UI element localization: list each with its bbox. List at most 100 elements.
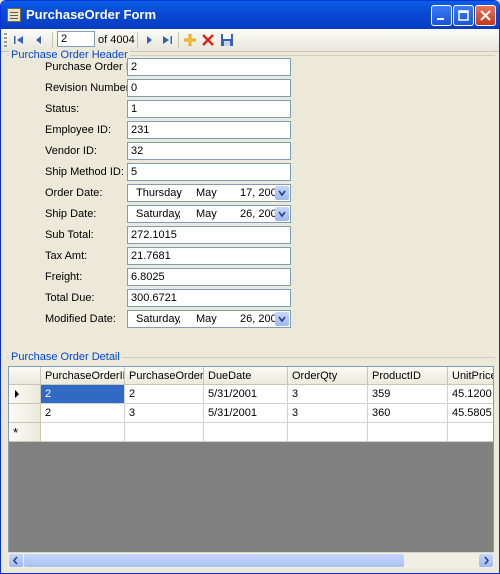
detail-data-grid[interactable]: PurchaseOrderIDPurchaseOrderDetaDueDateO…	[8, 366, 494, 567]
column-header[interactable]: ProductID	[368, 367, 448, 385]
toolbar-grip[interactable]	[4, 33, 7, 47]
date-separator: ,	[178, 187, 182, 199]
date-weekday: Thursday	[136, 187, 182, 199]
date-month: May	[196, 187, 217, 199]
purchase-order-detail-group: Purchase Order Detail	[9, 351, 122, 363]
minimize-button[interactable]	[431, 5, 452, 26]
date-picker[interactable]: Saturday, May 26, 2001	[127, 205, 291, 223]
current-row-icon	[15, 390, 19, 398]
add-icon	[184, 34, 196, 46]
chevron-right-icon	[484, 556, 489, 565]
field-label: Freight:	[45, 271, 83, 283]
date-month: May	[196, 313, 217, 325]
record-count-label: of 4004	[98, 34, 135, 46]
close-button[interactable]	[475, 5, 496, 26]
field-label: Sub Total:	[45, 229, 94, 241]
grid-cell[interactable]: 2	[41, 385, 125, 404]
field-label: Tax Amt:	[45, 250, 88, 262]
chevron-down-icon	[278, 190, 286, 197]
move-next-icon	[147, 36, 152, 44]
grid-cell[interactable]: 360	[368, 404, 448, 423]
chevron-left-icon	[13, 556, 18, 565]
column-header[interactable]: OrderQty	[288, 367, 368, 385]
purchase-order-window: PurchaseOrder Form 2 of 4004 Purchase Or…	[0, 0, 500, 574]
text-field[interactable]: 231	[127, 121, 291, 139]
date-weekday: Saturday	[136, 208, 181, 220]
scroll-left-button[interactable]	[9, 554, 23, 567]
text-field[interactable]: 300.6721	[127, 289, 291, 307]
date-picker[interactable]: Saturday, May 26, 2001	[127, 310, 291, 328]
add-new-button[interactable]	[182, 32, 198, 48]
move-last-icon	[163, 36, 172, 44]
save-icon	[221, 34, 233, 46]
grid-cell[interactable]: 3	[288, 385, 368, 404]
save-button[interactable]	[219, 32, 235, 48]
column-header[interactable]: PurchaseOrderDeta	[125, 367, 204, 385]
new-row-cell[interactable]	[125, 423, 204, 442]
field-label: Purchase Order ID:	[45, 61, 140, 73]
grid-cell[interactable]: 2	[41, 404, 125, 423]
position-input[interactable]: 2	[57, 31, 95, 47]
field-label: Vendor ID:	[45, 145, 97, 157]
new-row-cell[interactable]	[448, 423, 493, 442]
column-header[interactable]: DueDate	[204, 367, 288, 385]
toolbar-separator	[52, 32, 53, 48]
move-next-button[interactable]	[141, 32, 157, 48]
move-previous-icon	[36, 36, 41, 44]
toolbar-separator	[137, 32, 138, 48]
field-label: Modified Date:	[45, 313, 116, 325]
date-separator: ,	[178, 208, 182, 220]
new-row-header[interactable]: *	[9, 423, 41, 442]
text-field[interactable]: 0	[127, 79, 291, 97]
column-header[interactable]: UnitPrice	[448, 367, 493, 385]
window-title: PurchaseOrder Form	[26, 7, 157, 22]
toolbar-separator	[178, 32, 179, 48]
chevron-down-icon	[278, 211, 286, 218]
chevron-down-icon	[278, 316, 286, 323]
new-row-cell[interactable]	[41, 423, 125, 442]
field-label: Revision Number:	[45, 82, 133, 94]
dropdown-button[interactable]	[275, 312, 289, 326]
maximize-button[interactable]	[453, 5, 474, 26]
text-field[interactable]: 21.7681	[127, 247, 291, 265]
field-label: Order Date:	[45, 187, 103, 199]
grid-cell[interactable]: 45.1200	[448, 385, 493, 404]
field-label: Status:	[45, 103, 80, 115]
text-field[interactable]: 272.1015	[127, 226, 291, 244]
grid-cell[interactable]: 3	[288, 404, 368, 423]
scroll-thumb[interactable]	[24, 554, 404, 567]
row-header[interactable]	[9, 404, 41, 423]
delete-icon	[202, 34, 214, 46]
text-field[interactable]: 6.8025	[127, 268, 291, 286]
new-row-marker: *	[13, 425, 19, 440]
new-row-cell[interactable]	[288, 423, 368, 442]
field-label: Employee ID:	[45, 124, 112, 136]
horizontal-scrollbar[interactable]	[8, 552, 494, 568]
scroll-right-button[interactable]	[479, 554, 493, 567]
grid-cell[interactable]: 359	[368, 385, 448, 404]
move-last-button[interactable]	[159, 32, 175, 48]
text-field[interactable]: 2	[127, 58, 291, 76]
grid-cell[interactable]: 2	[125, 385, 204, 404]
new-row-cell[interactable]	[368, 423, 448, 442]
text-field[interactable]: 1	[127, 100, 291, 118]
column-header[interactable]: PurchaseOrderID	[41, 367, 125, 385]
date-picker[interactable]: Thursday, May 17, 2001	[127, 184, 291, 202]
move-previous-button[interactable]	[31, 32, 47, 48]
row-header[interactable]	[9, 385, 41, 404]
dropdown-button[interactable]	[275, 207, 289, 221]
new-row-cell[interactable]	[204, 423, 288, 442]
grid-corner-header[interactable]	[9, 367, 41, 385]
move-first-icon	[14, 36, 23, 44]
text-field[interactable]: 32	[127, 142, 291, 160]
purchase-order-header-group: Purchase Order Header	[9, 49, 130, 61]
grid-cell[interactable]: 5/31/2001	[204, 385, 288, 404]
grid-cell[interactable]: 5/31/2001	[204, 404, 288, 423]
delete-button[interactable]	[200, 32, 216, 48]
title-bar[interactable]: PurchaseOrder Form	[1, 1, 499, 29]
text-field[interactable]: 5	[127, 163, 291, 181]
dropdown-button[interactable]	[275, 186, 289, 200]
grid-cell[interactable]: 45.5805	[448, 404, 493, 423]
move-first-button[interactable]	[11, 32, 27, 48]
grid-cell[interactable]: 3	[125, 404, 204, 423]
